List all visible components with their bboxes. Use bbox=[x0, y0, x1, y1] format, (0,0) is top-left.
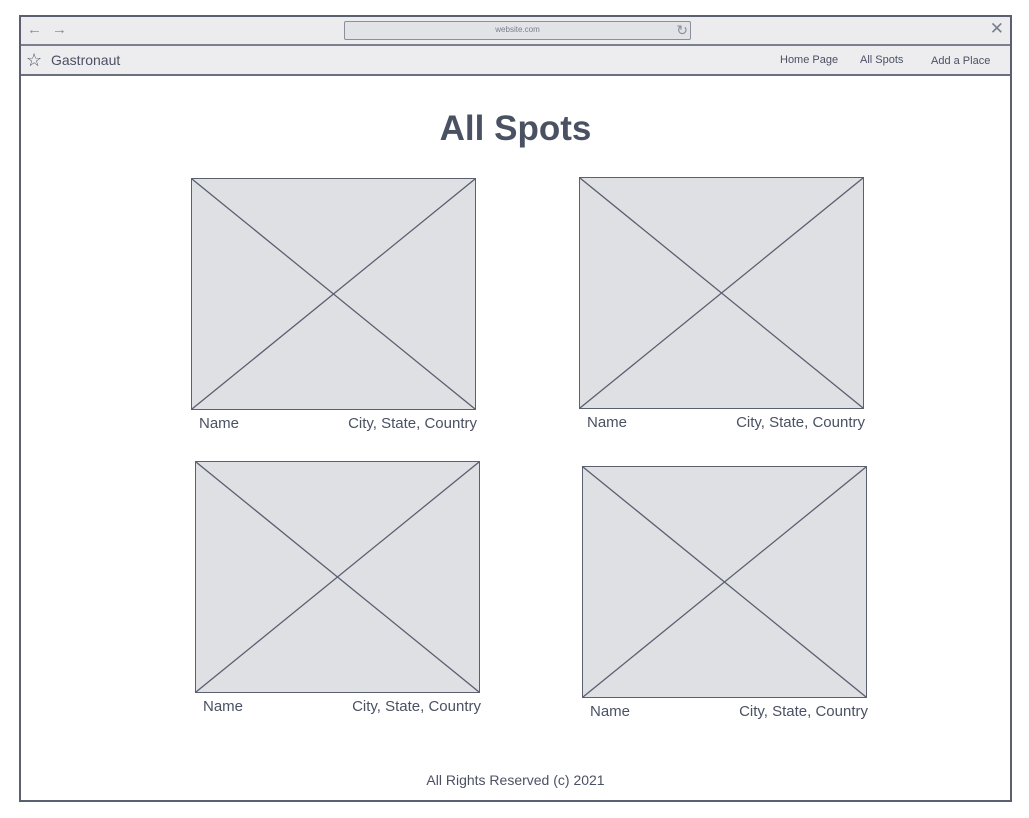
browser-window: ← → website.com ↻ ✕ ☆ Gastronaut Home Pa… bbox=[19, 15, 1012, 802]
image-placeholder[interactable] bbox=[579, 177, 864, 409]
image-placeholder[interactable] bbox=[191, 178, 476, 410]
page-title: All Spots bbox=[439, 109, 592, 148]
spot-name[interactable]: Name bbox=[199, 415, 239, 432]
image-placeholder-icon bbox=[583, 467, 866, 697]
spot-location: City, State, Country bbox=[352, 698, 481, 715]
spot-name[interactable]: Name bbox=[587, 414, 627, 431]
image-placeholder-icon bbox=[192, 179, 475, 409]
spot-card[interactable]: Name City, State, Country bbox=[191, 178, 481, 437]
address-bar[interactable]: website.com ↻ bbox=[344, 21, 691, 40]
image-placeholder-icon bbox=[196, 462, 479, 692]
browser-toolbar: ← → website.com ↻ ✕ bbox=[21, 17, 1010, 46]
spot-card[interactable]: Name City, State, Country bbox=[579, 177, 869, 436]
spot-card[interactable]: Name City, State, Country bbox=[195, 461, 485, 720]
spot-location: City, State, Country bbox=[348, 415, 477, 432]
arrow-right-icon[interactable]: → bbox=[52, 21, 67, 39]
card-caption: Name City, State, Country bbox=[195, 698, 485, 720]
footer-copyright: All Rights Reserved (c) 2021 bbox=[426, 772, 605, 788]
url-text: website.com bbox=[495, 25, 540, 34]
spot-card[interactable]: Name City, State, Country bbox=[582, 466, 872, 725]
image-placeholder-icon bbox=[580, 178, 863, 408]
spot-location: City, State, Country bbox=[736, 414, 865, 431]
star-icon: ☆ bbox=[26, 50, 43, 70]
spot-name[interactable]: Name bbox=[590, 703, 630, 720]
card-caption: Name City, State, Country bbox=[191, 415, 481, 437]
card-caption: Name City, State, Country bbox=[582, 703, 872, 725]
brand-name[interactable]: Gastronaut bbox=[51, 52, 120, 68]
spot-location: City, State, Country bbox=[739, 703, 868, 720]
site-header: ☆ Gastronaut Home Page All Spots Add a P… bbox=[21, 46, 1010, 76]
close-icon[interactable]: ✕ bbox=[990, 19, 1004, 39]
nav-add-a-place[interactable]: Add a Place bbox=[931, 55, 990, 67]
image-placeholder[interactable] bbox=[195, 461, 480, 693]
image-placeholder[interactable] bbox=[582, 466, 867, 698]
card-caption: Name City, State, Country bbox=[579, 414, 869, 436]
arrow-left-icon[interactable]: ← bbox=[27, 21, 42, 39]
nav-home-page[interactable]: Home Page bbox=[780, 54, 838, 66]
nav-all-spots[interactable]: All Spots bbox=[860, 54, 903, 66]
spot-name[interactable]: Name bbox=[203, 698, 243, 715]
reload-icon[interactable]: ↻ bbox=[676, 22, 688, 39]
